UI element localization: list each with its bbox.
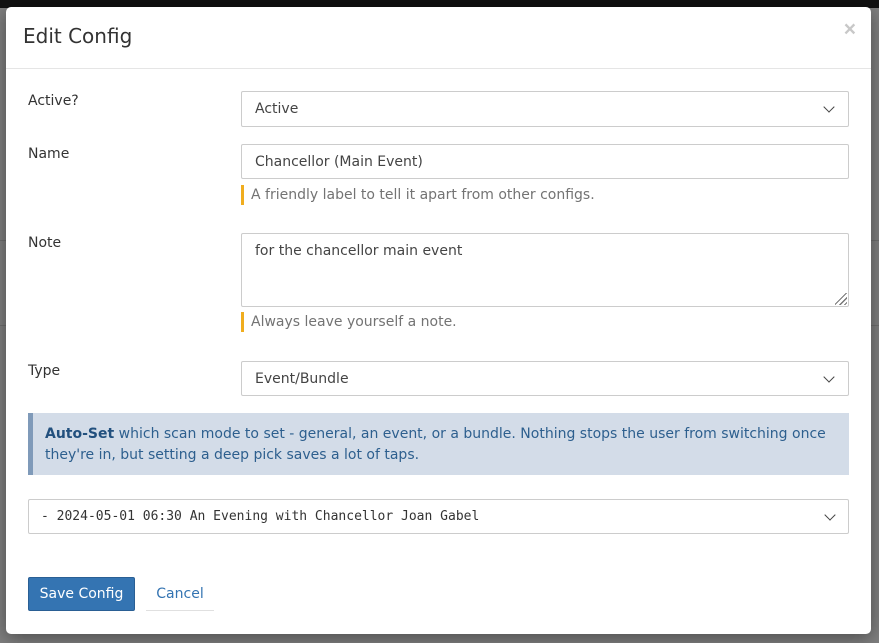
active-select-value: Active — [255, 101, 299, 117]
active-select[interactable]: Active — [241, 91, 849, 127]
auto-set-callout: Auto-Set which scan mode to set - genera… — [28, 413, 849, 475]
name-input-value: Chancellor (Main Event) — [255, 153, 423, 170]
chevron-down-icon — [824, 508, 836, 521]
chevron-down-icon — [823, 370, 835, 383]
event-select[interactable]: - 2024-05-01 06:30 An Evening with Chanc… — [28, 499, 849, 534]
resize-handle-icon[interactable] — [835, 293, 847, 305]
note-label: Note — [28, 235, 62, 251]
edit-config-modal: Edit Config × Active? Active Name Chance… — [6, 7, 871, 634]
event-select-value: - 2024-05-01 06:30 An Evening with Chanc… — [41, 509, 480, 524]
type-label: Type — [28, 363, 61, 379]
note-help-text: Always leave yourself a note. — [241, 312, 457, 332]
cancel-button[interactable]: Cancel — [146, 577, 214, 611]
note-textarea[interactable]: for the chancellor main event — [241, 233, 849, 307]
type-select-value: Event/Bundle — [255, 370, 349, 387]
active-label: Active? — [28, 93, 79, 109]
chevron-down-icon — [823, 101, 835, 113]
name-label: Name — [28, 146, 70, 162]
type-select[interactable]: Event/Bundle — [241, 361, 849, 396]
note-textarea-value: for the chancellor main event — [255, 243, 463, 259]
modal-header: Edit Config × — [6, 7, 871, 69]
callout-strong: Auto-Set — [45, 426, 115, 442]
callout-text: which scan mode to set - general, an eve… — [45, 426, 826, 463]
save-config-button[interactable]: Save Config — [28, 577, 135, 611]
close-button[interactable]: × — [844, 19, 856, 40]
name-help-text: A friendly label to tell it apart from o… — [241, 185, 595, 205]
name-input[interactable]: Chancellor (Main Event) — [241, 144, 849, 179]
modal-title: Edit Config — [23, 24, 133, 48]
